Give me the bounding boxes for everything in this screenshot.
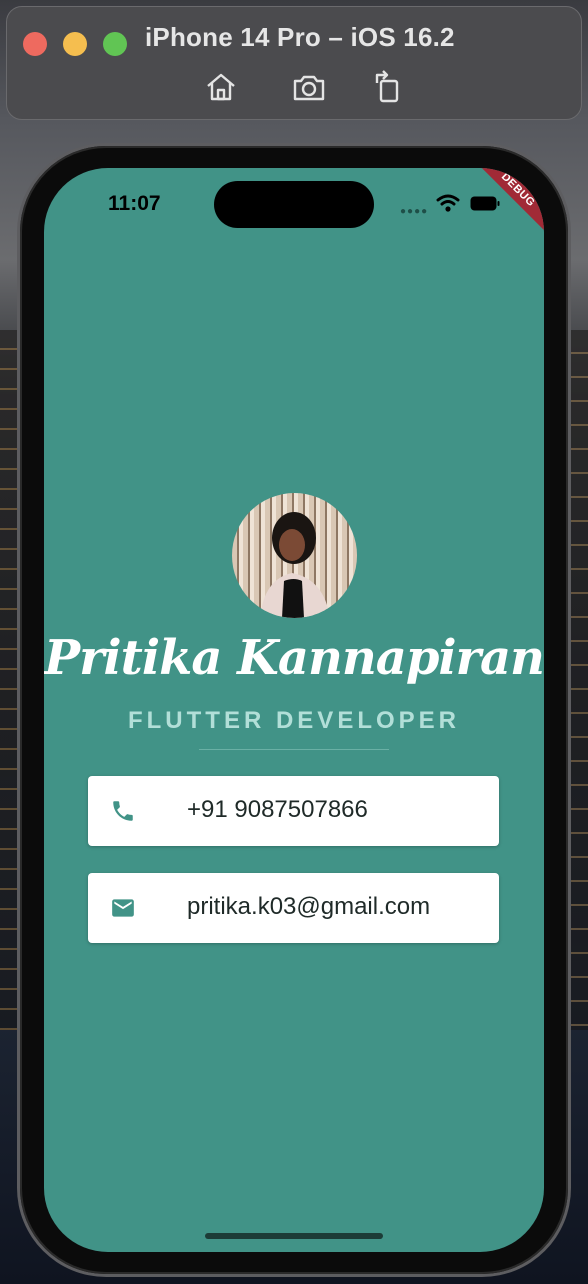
home-indicator[interactable] — [205, 1233, 383, 1239]
email-card[interactable]: pritika.k03@gmail.com — [88, 873, 499, 943]
close-window-button[interactable] — [23, 32, 47, 56]
status-time: 11:07 — [108, 192, 161, 215]
simulator-title: iPhone 14 Pro – iOS 16.2 — [145, 22, 455, 52]
dynamic-island — [214, 181, 374, 228]
phone-number: +91 9087507866 — [187, 796, 368, 823]
wifi-icon — [436, 194, 460, 212]
profile-name: Pritika Kannapiran — [44, 630, 544, 686]
screenshot-icon[interactable] — [291, 69, 327, 105]
email-icon — [110, 895, 136, 921]
home-icon[interactable] — [203, 69, 239, 105]
profile-role: FLUTTER DEVELOPER — [127, 707, 460, 734]
phone-icon — [110, 798, 136, 824]
app-screen: 11:07 ●●●● DEBUG Pritika Kannapiran FLUT… — [44, 168, 544, 1252]
avatar — [232, 493, 357, 618]
iphone-frame: 11:07 ●●●● DEBUG Pritika Kannapiran FLUT… — [20, 146, 568, 1274]
battery-icon — [470, 196, 500, 211]
cellular-signal-icon: ●●●● — [400, 206, 429, 217]
zoom-window-button[interactable] — [103, 32, 127, 56]
minimize-window-button[interactable] — [63, 32, 87, 56]
divider — [199, 749, 389, 750]
simulator-title-bar: iPhone 14 Pro – iOS 16.2 — [6, 6, 582, 120]
rotate-icon[interactable] — [369, 69, 405, 105]
email-address: pritika.k03@gmail.com — [187, 893, 431, 920]
phone-card[interactable]: +91 9087507866 — [88, 776, 499, 846]
